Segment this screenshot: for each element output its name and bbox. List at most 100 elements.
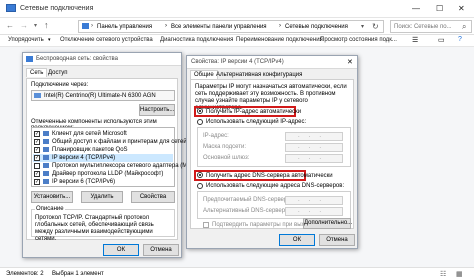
adapter-field: Intel(R) Centrino(R) Ultimate-N 6300 AGN <box>31 90 175 101</box>
history-chevron-icon[interactable]: ▾ <box>34 22 37 29</box>
wireless-properties-dialog: Беспроводная сеть: свойства Сеть Доступ … <box>22 52 200 258</box>
protocol-icon <box>43 155 49 160</box>
close-icon[interactable]: ✕ <box>347 58 353 66</box>
adapter-icon <box>34 93 41 98</box>
preview-pane-icon[interactable]: ▭ <box>438 36 445 44</box>
auto-ip-radio[interactable] <box>197 108 203 114</box>
list-item[interactable]: Протокол мультиплексора сетевого адаптер… <box>33 162 199 170</box>
validate-checkbox[interactable] <box>203 222 209 228</box>
dialog-titlebar: Свойства: IP версии 4 (TCP/IPv4) ✕ <box>187 56 357 69</box>
component-label: Планировщик пакетов QoS <box>52 147 128 153</box>
manual-dns-radio[interactable] <box>197 183 203 189</box>
components-list: ✓ Клиент для сетей Microsoft ✓ Общий дос… <box>31 127 200 187</box>
manual-ip-label[interactable]: Использовать следующий IP-адрес: <box>206 119 306 125</box>
command-toolbar: Упорядочить ▾ Отключение сетевого устрой… <box>0 35 474 47</box>
advanced-button[interactable]: Дополнительно... <box>303 218 352 229</box>
dialog-title: Беспроводная сеть: свойства <box>36 56 118 62</box>
subnet-mask-field[interactable]: ... <box>285 143 343 152</box>
dialog-title: Свойства: IP версии 4 (TCP/IPv4) <box>191 59 284 65</box>
search-placeholder: Поиск: Сетевые по... <box>394 24 452 30</box>
forward-arrow-icon[interactable]: → <box>20 21 28 30</box>
remove-button[interactable]: Удалить <box>81 191 123 203</box>
gateway-field[interactable]: ... <box>285 154 343 163</box>
list-item[interactable]: ✓ Клиент для сетей Microsoft <box>33 130 173 138</box>
preferred-dns-field[interactable]: ... <box>285 196 343 205</box>
close-button[interactable]: ✕ <box>458 4 465 13</box>
dialog-titlebar: Беспроводная сеть: свойства <box>23 53 181 66</box>
diagnose-button[interactable]: Диагностика подключения <box>160 37 233 43</box>
connect-via-label: Подключение через: <box>31 82 89 88</box>
breadcrumb-item[interactable]: Все элементы панели управления <box>171 24 267 30</box>
address-bar-row: ← → ▾ ↑ › Панель управления › Все элемен… <box>0 18 474 35</box>
component-checkbox[interactable]: ✓ <box>34 139 40 145</box>
minimize-button[interactable]: — <box>412 4 420 13</box>
component-label: IP версии 6 (TCP/IPv6) <box>52 179 116 185</box>
item-count: Элементов: 2 <box>6 271 44 277</box>
window-titlebar: Сетевые подключения — ☐ ✕ <box>0 0 474 18</box>
list-item[interactable]: ✓ Общий доступ к файлам и принтерам для … <box>33 138 200 146</box>
back-arrow-icon[interactable]: ← <box>6 21 14 30</box>
address-box[interactable]: › Панель управления › Все элементы панел… <box>78 20 384 33</box>
window-title: Сетевые подключения <box>20 5 94 12</box>
client-icon <box>43 131 49 136</box>
refresh-icon[interactable]: ↻ <box>372 22 379 31</box>
alternate-dns-field[interactable]: ... <box>285 207 343 216</box>
validate-label: Подтвердить параметры при выходе <box>212 222 315 228</box>
list-item[interactable]: ✓ IP версии 4 (TCP/IPv4) <box>33 154 173 162</box>
maximize-button[interactable]: ☐ <box>436 4 443 13</box>
breadcrumb-item[interactable]: Сетевые подключения <box>285 24 348 30</box>
rename-button[interactable]: Переименование подключения <box>236 37 323 43</box>
view-status-button[interactable]: Просмотр состояния подк... <box>320 37 397 43</box>
organize-menu[interactable]: Упорядочить <box>8 37 44 43</box>
auto-dns-radio[interactable] <box>197 172 203 178</box>
protocol-icon <box>43 179 49 184</box>
list-item[interactable]: ✓ IP версии 6 (TCP/IPv6) <box>33 178 173 186</box>
component-label: Драйвер протокола LLDP (Майкрософт) <box>52 171 164 177</box>
details-view-icon[interactable]: ☷ <box>440 270 446 278</box>
preferred-dns-label: Предпочитаемый DNS-сервер: <box>203 197 289 203</box>
component-checkbox[interactable]: ✓ <box>34 179 40 185</box>
ok-button[interactable]: ОК <box>279 234 315 246</box>
configure-button[interactable]: Настроить... <box>139 104 175 116</box>
up-arrow-icon[interactable]: ↑ <box>44 20 49 30</box>
cancel-button[interactable]: Отмена <box>143 244 179 256</box>
gateway-label: Основной шлюз: <box>203 155 250 161</box>
manual-ip-radio[interactable] <box>197 119 203 125</box>
help-icon[interactable]: ? <box>458 36 462 43</box>
disable-device-button[interactable]: Отключение сетевого устройства <box>60 37 153 43</box>
selected-count: Выбран 1 элемент <box>52 271 104 277</box>
breadcrumb-sep-icon: › <box>165 23 167 29</box>
address-dropdown-icon[interactable]: ▾ <box>361 23 364 30</box>
status-bar: Элементов: 2 Выбран 1 элемент ☷ ▦ <box>0 267 474 280</box>
auto-dns-label[interactable]: Получить адрес DNS-сервера автоматически <box>206 173 333 179</box>
ip-address-field[interactable]: ... <box>285 132 343 141</box>
search-icon: ⌕ <box>462 22 467 31</box>
list-item[interactable]: ✓ Драйвер протокола LLDP (Майкрософт) <box>33 170 173 178</box>
alternate-dns-label: Альтернативный DNS-сервер: <box>203 208 287 214</box>
list-item[interactable]: ✓ Планировщик пакетов QoS <box>33 146 173 154</box>
search-input[interactable]: Поиск: Сетевые по... ⌕ <box>390 20 472 33</box>
manual-dns-label[interactable]: Использовать следующие адреса DNS-сервер… <box>206 183 344 189</box>
cancel-button[interactable]: Отмена <box>319 234 355 246</box>
tiles-view-icon[interactable]: ▦ <box>456 270 463 278</box>
properties-button[interactable]: Свойства <box>131 191 175 203</box>
install-button[interactable]: Установить... <box>31 191 73 203</box>
component-label: Общий доступ к файлам и принтерам для се… <box>52 139 200 145</box>
ok-button[interactable]: ОК <box>103 244 139 256</box>
description-text: Протокол TCP/IP. Стандартный протокол гл… <box>35 215 154 242</box>
breadcrumb-sep-icon: › <box>91 23 93 29</box>
service-icon <box>43 147 49 152</box>
auto-ip-label[interactable]: Получить IP-адрес автоматически <box>206 109 301 115</box>
component-checkbox[interactable] <box>34 163 40 169</box>
component-checkbox[interactable]: ✓ <box>34 155 40 161</box>
breadcrumb-item[interactable]: Панель управления <box>97 24 152 30</box>
view-options-icon[interactable]: ☰ <box>412 36 418 44</box>
component-label: Клиент для сетей Microsoft <box>52 131 127 137</box>
component-checkbox[interactable]: ✓ <box>34 171 40 177</box>
network-adapter-icon <box>26 56 33 62</box>
description-label: Описание <box>35 206 65 212</box>
tab-sharing[interactable]: Доступ <box>45 69 71 77</box>
tab-alternate-config[interactable]: Альтернативная конфигурация <box>213 71 305 79</box>
component-checkbox[interactable]: ✓ <box>34 131 40 137</box>
component-checkbox[interactable]: ✓ <box>34 147 40 153</box>
